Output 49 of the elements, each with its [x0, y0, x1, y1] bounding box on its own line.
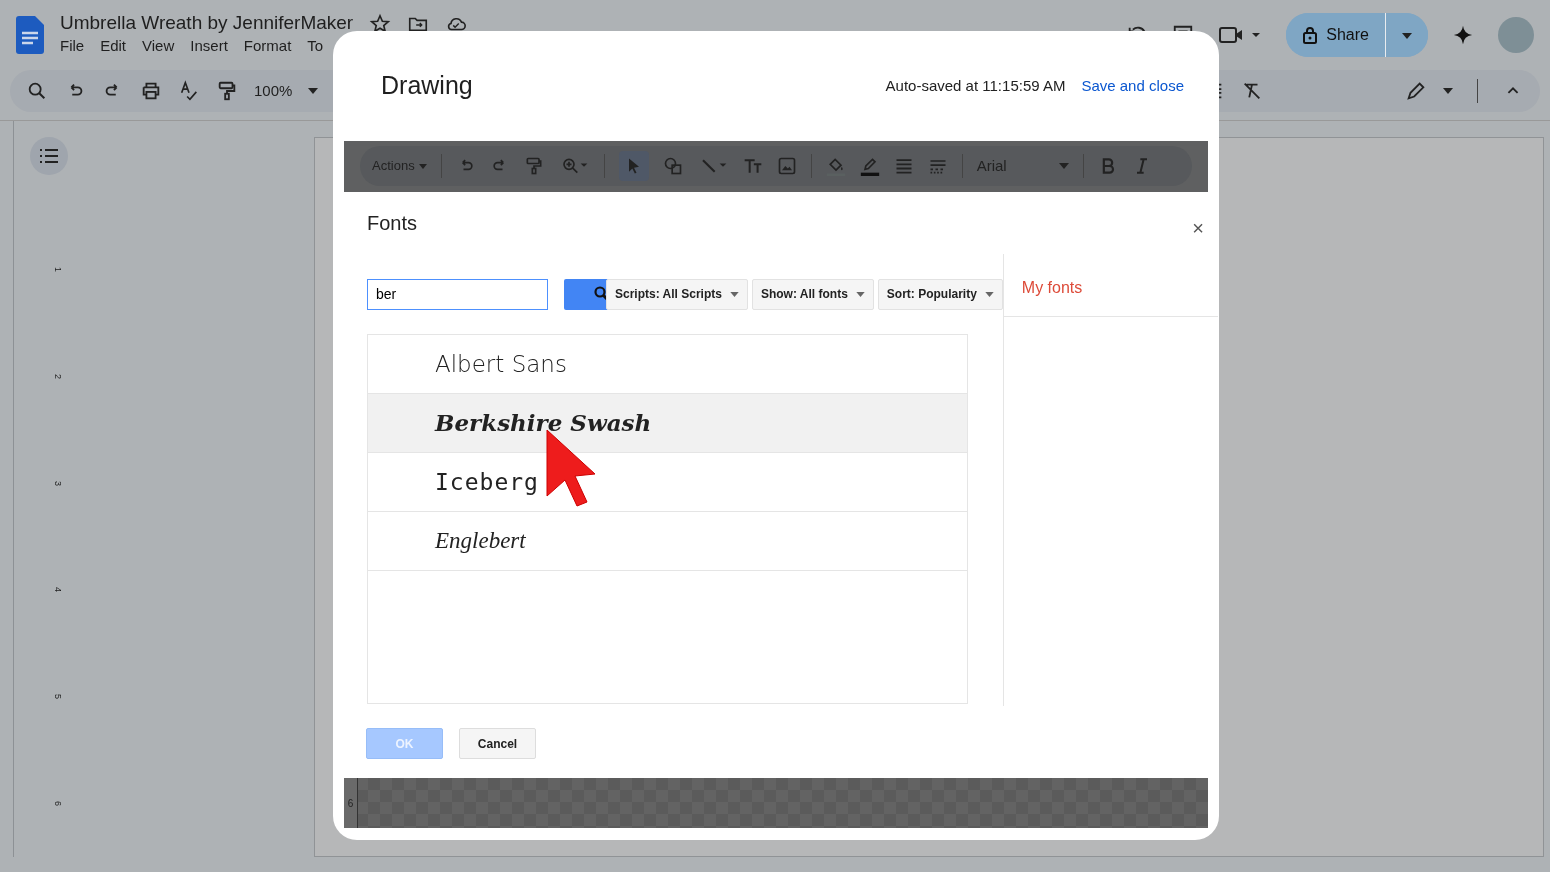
- paint-roller-icon[interactable]: [216, 80, 238, 102]
- ruler-number: 6: [51, 801, 64, 807]
- filter-dropdown[interactable]: Sort: Popularity: [877, 278, 1003, 310]
- filter-dropdown[interactable]: Show: All fonts: [751, 278, 874, 310]
- menu-item[interactable]: Insert: [190, 34, 228, 58]
- caret-icon: [855, 291, 865, 297]
- video-camera-icon[interactable]: [1218, 24, 1263, 46]
- font-option[interactable]: Englebert: [368, 512, 967, 571]
- print-icon[interactable]: [140, 80, 162, 102]
- close-button[interactable]: ×: [1186, 202, 1210, 254]
- pencil-icon[interactable]: [1405, 80, 1427, 102]
- menu-item[interactable]: View: [142, 34, 175, 58]
- filter-dropdown[interactable]: Scripts: All Scripts: [606, 278, 748, 310]
- autosave-status: Auto-saved at 11:15:59 AM: [885, 75, 1066, 96]
- caret-icon: [1402, 32, 1412, 39]
- caret-icon: [418, 163, 427, 169]
- ruler-number: 6: [344, 778, 358, 828]
- my-fonts-heading: My fonts: [1003, 254, 1218, 317]
- menu-item[interactable]: Format: [243, 34, 292, 58]
- lock-icon: [1302, 26, 1319, 44]
- caret-icon: [984, 291, 994, 297]
- caret-icon[interactable]: [1443, 88, 1453, 94]
- clear-formatting-icon[interactable]: [1241, 80, 1263, 102]
- dialog-title: Drawing: [381, 70, 473, 102]
- fill-color-icon[interactable]: [825, 156, 846, 176]
- docs-logo-icon[interactable]: [16, 16, 44, 54]
- font-search-field[interactable]: ber: [367, 278, 548, 310]
- spellcheck-icon[interactable]: [178, 80, 200, 102]
- menu-item[interactable]: Edit: [100, 34, 127, 58]
- list-icon: [40, 149, 58, 163]
- caret-icon: [1058, 163, 1069, 169]
- caret-icon: [729, 291, 739, 297]
- font-option[interactable]: Berkshire Swash: [368, 394, 967, 453]
- document-title[interactable]: Umbrella Wreath by JenniferMaker: [60, 13, 354, 35]
- border-color-icon[interactable]: [859, 156, 880, 176]
- ruler-number: 5: [51, 694, 64, 700]
- dialog-title: Fonts: [367, 211, 418, 236]
- cancel-button[interactable]: Cancel: [459, 728, 536, 759]
- menu-item[interactable]: To: [307, 34, 324, 58]
- ruler-number: 4: [51, 587, 64, 593]
- ruler-number: 3: [51, 480, 64, 486]
- menu-item[interactable]: File: [60, 34, 85, 58]
- search-icon[interactable]: [26, 80, 48, 102]
- zoom-dropdown[interactable]: 100%: [254, 79, 293, 103]
- ruler-number: 2: [51, 373, 64, 379]
- ruler-number: 1: [51, 266, 64, 272]
- caret-icon[interactable]: [308, 88, 319, 94]
- save-and-close-link[interactable]: Save and close: [1081, 74, 1184, 98]
- outline-button[interactable]: [30, 137, 68, 175]
